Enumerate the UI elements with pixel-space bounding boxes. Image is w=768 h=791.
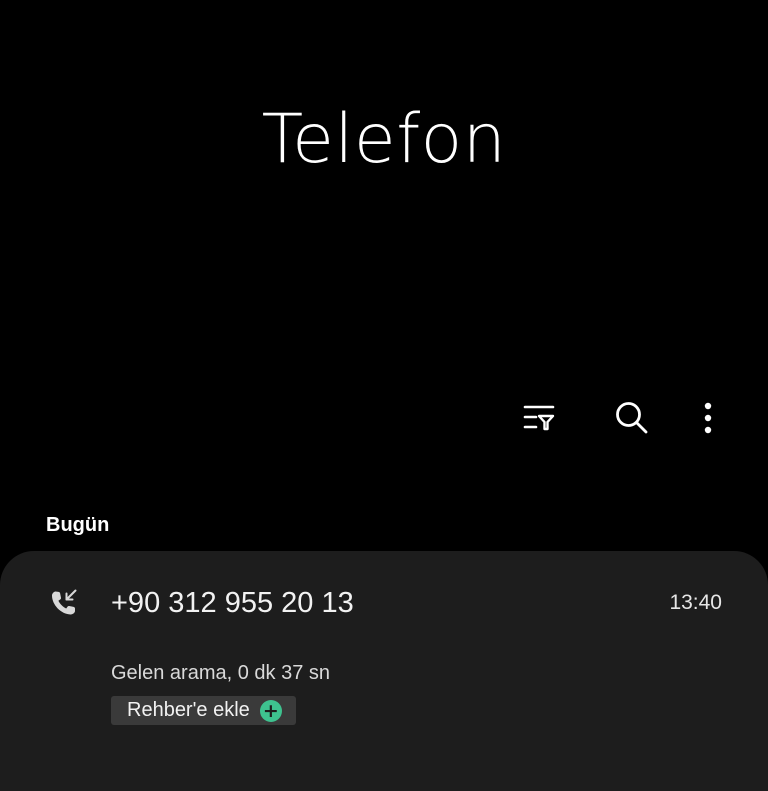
add-to-contacts-label: Rehber'e ekle — [127, 699, 250, 721]
plus-icon: + — [259, 699, 282, 722]
caller-number: +90 312 955 20 13 — [111, 587, 354, 619]
incoming-call-icon — [48, 587, 80, 619]
filter-button[interactable] — [513, 392, 565, 444]
search-icon — [616, 402, 648, 434]
filter-icon — [523, 405, 555, 431]
call-detail: Gelen arama, 0 dk 37 sn — [111, 662, 331, 684]
toolbar — [0, 392, 768, 444]
section-header-today: Bugün — [46, 514, 110, 536]
app-title: Telefon — [261, 100, 507, 179]
more-options-icon — [704, 402, 712, 434]
more-options-button[interactable] — [682, 392, 734, 444]
search-button[interactable] — [606, 392, 658, 444]
add-to-contacts-button[interactable]: Rehber'e ekle + — [111, 696, 296, 725]
call-time: 13:40 — [669, 591, 722, 614]
